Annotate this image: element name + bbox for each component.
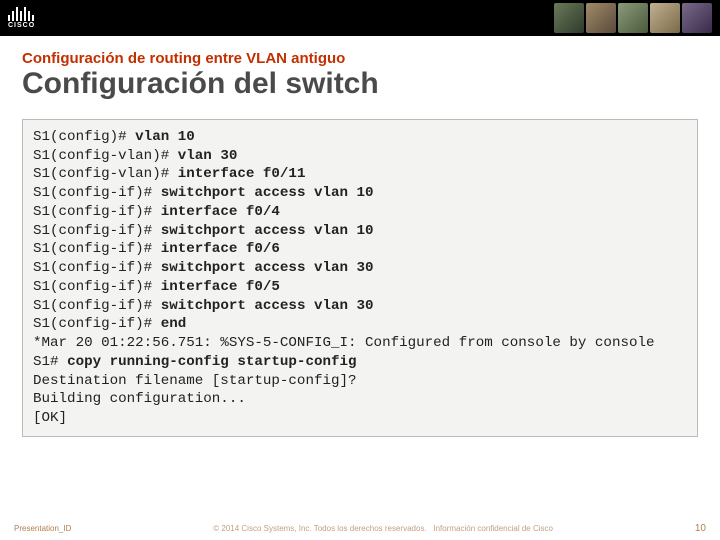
cli-command: vlan 30 [178,148,238,164]
header-photo [682,3,712,33]
cli-prompt: S1(config-if)# [33,260,161,276]
logo-text: CISCO [8,22,35,29]
top-bar: CISCO [0,0,720,36]
cli-prompt: S1(config-vlan)# [33,166,178,182]
slide-title: Configuración del switch [22,67,698,101]
cli-line: Destination filename [startup-config]? [33,372,687,391]
cli-command: switchport access vlan 10 [161,223,374,239]
cli-line: S1(config-if)# interface f0/4 [33,203,687,222]
cli-line: Building configuration... [33,390,687,409]
cli-line: S1(config-if)# switchport access vlan 30 [33,259,687,278]
cli-line: S1(config-if)# interface f0/6 [33,240,687,259]
cli-output-box: S1(config)# vlan 10S1(config-vlan)# vlan… [22,119,698,437]
cli-line: *Mar 20 01:22:56.751: %SYS-5-CONFIG_I: C… [33,334,687,353]
footer-page-number: 10 [695,523,706,534]
header-photo [554,3,584,33]
cli-command: vlan 10 [135,129,195,145]
cisco-logo: CISCO [8,7,35,29]
cli-line: [OK] [33,409,687,428]
slide-subtitle: Configuración de routing entre VLAN anti… [22,50,698,67]
cli-line: S1(config-if)# switchport access vlan 30 [33,297,687,316]
cli-line: S1(config-if)# end [33,315,687,334]
cli-prompt: S1(config-if)# [33,204,161,220]
footer-copyright: © 2014 Cisco Systems, Inc. Todos los der… [213,524,426,533]
cli-prompt: S1(config-if)# [33,223,161,239]
cli-prompt: S1(config-if)# [33,185,161,201]
cli-prompt: S1# [33,354,67,370]
cli-prompt: S1(config-if)# [33,279,161,295]
cli-line: S1(config-if)# interface f0/5 [33,278,687,297]
cli-command: interface f0/4 [161,204,280,220]
cli-line: S1(config-if)# switchport access vlan 10 [33,222,687,241]
cli-prompt: S1(config-vlan)# [33,148,178,164]
cli-command: interface f0/11 [178,166,306,182]
cli-prompt: S1(config)# [33,129,135,145]
cli-line: S1(config-vlan)# interface f0/11 [33,165,687,184]
cli-line: S1(config)# vlan 10 [33,128,687,147]
cli-command: switchport access vlan 30 [161,260,374,276]
cli-prompt: S1(config-if)# [33,298,161,314]
cli-command: switchport access vlan 10 [161,185,374,201]
cli-command: interface f0/5 [161,279,280,295]
cli-prompt: S1(config-if)# [33,241,161,257]
logo-bars-icon [8,7,35,21]
footer-confidential: Información confidencial de Cisco [433,524,553,533]
cli-command: end [161,316,187,332]
header-photo [618,3,648,33]
slide-footer: Presentation_ID © 2014 Cisco Systems, In… [0,523,720,534]
header-photo [650,3,680,33]
cli-line: S1# copy running-config startup-config [33,353,687,372]
cli-prompt: S1(config-if)# [33,316,161,332]
cli-line: S1(config-if)# switchport access vlan 10 [33,184,687,203]
header-photo-strip [554,3,712,33]
cli-command: copy running-config startup-config [67,354,356,370]
header-photo [586,3,616,33]
cli-command: interface f0/6 [161,241,280,257]
cli-line: S1(config-vlan)# vlan 30 [33,147,687,166]
footer-presentation-id: Presentation_ID [14,524,71,533]
slide-content: Configuración de routing entre VLAN anti… [0,36,720,437]
cli-command: switchport access vlan 30 [161,298,374,314]
